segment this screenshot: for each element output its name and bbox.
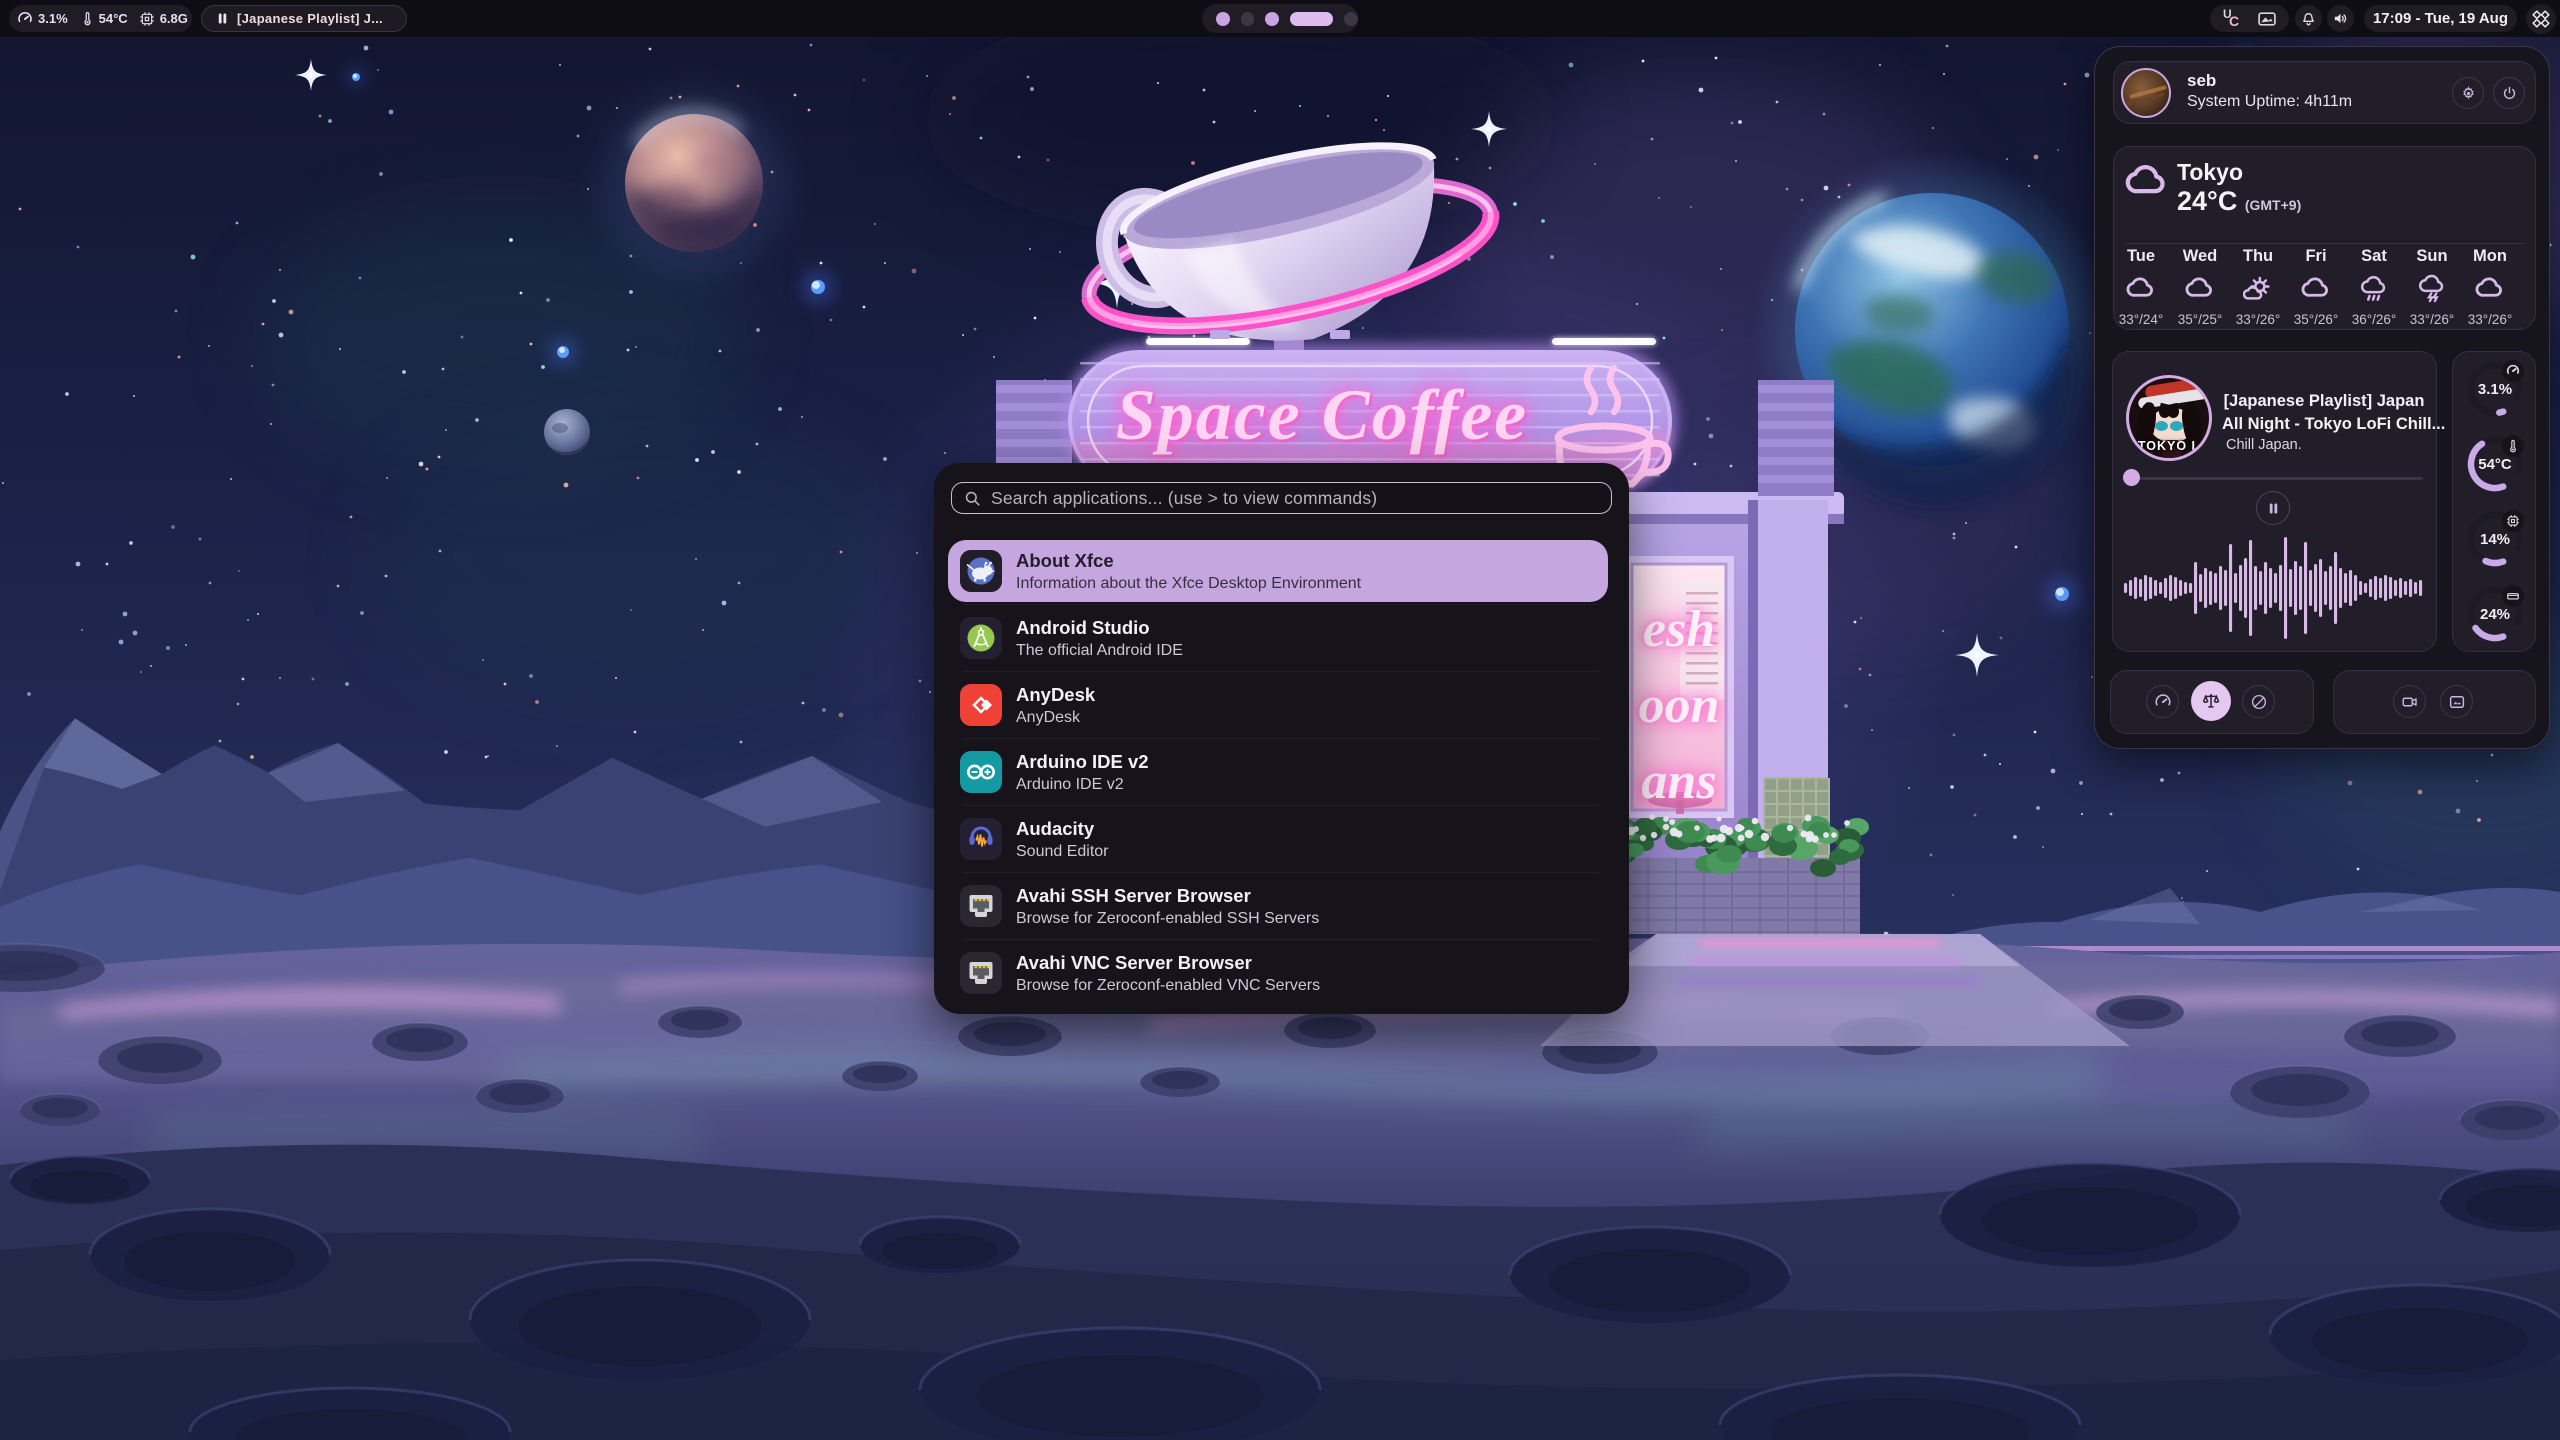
svg-text:54°C: 54°C [2478, 456, 2512, 473]
svg-text:24%: 24% [2480, 606, 2510, 623]
svg-text:3.1%: 3.1% [2478, 381, 2512, 398]
svg-text:14%: 14% [2480, 531, 2510, 548]
